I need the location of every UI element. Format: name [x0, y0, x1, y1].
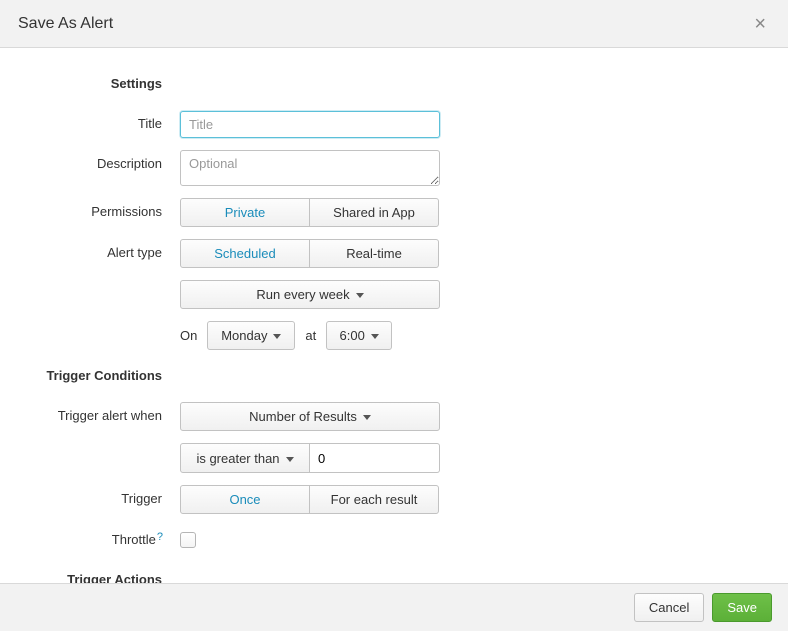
schedule-label: Run every week — [256, 287, 349, 302]
chevron-down-icon — [363, 415, 371, 420]
day-value: Monday — [221, 328, 267, 343]
trigger-when-label: Trigger alert when — [30, 402, 180, 423]
title-label: Title — [30, 110, 180, 131]
throttle-label-wrap: Throttle? — [30, 526, 180, 547]
close-icon: × — [754, 13, 766, 35]
alert-type-realtime[interactable]: Real-time — [309, 239, 439, 268]
condition-type-value: Number of Results — [249, 409, 357, 424]
modal-body: Settings Title Description Permissions P… — [0, 48, 788, 583]
threshold-input[interactable] — [310, 443, 440, 473]
time-dropdown[interactable]: 6:00 — [326, 321, 392, 350]
modal-header: Save As Alert × — [0, 0, 788, 48]
settings-heading: Settings — [30, 70, 180, 91]
comparator-dropdown[interactable]: is greater than — [180, 443, 310, 473]
permissions-private[interactable]: Private — [180, 198, 310, 227]
permissions-toggle: Private Shared in App — [180, 198, 439, 227]
modal-footer: Cancel Save — [0, 583, 788, 631]
chevron-down-icon — [356, 293, 364, 298]
day-dropdown[interactable]: Monday — [207, 321, 295, 350]
condition-type-dropdown[interactable]: Number of Results — [180, 402, 440, 431]
throttle-label: Throttle — [112, 532, 156, 547]
alert-type-scheduled[interactable]: Scheduled — [180, 239, 310, 268]
description-textarea[interactable] — [180, 150, 440, 186]
modal-title: Save As Alert — [18, 15, 113, 33]
cancel-button[interactable]: Cancel — [634, 593, 704, 622]
alert-type-toggle: Scheduled Real-time — [180, 239, 439, 268]
chevron-down-icon — [286, 457, 294, 462]
schedule-dropdown[interactable]: Run every week — [180, 280, 440, 309]
permissions-shared[interactable]: Shared in App — [309, 198, 439, 227]
throttle-checkbox[interactable] — [180, 532, 196, 548]
trigger-mode-label: Trigger — [30, 485, 180, 506]
trigger-conditions-heading: Trigger Conditions — [30, 362, 180, 383]
throttle-help-icon[interactable]: ? — [157, 531, 163, 543]
permissions-label: Permissions — [30, 198, 180, 219]
description-label: Description — [30, 150, 180, 171]
chevron-down-icon — [371, 334, 379, 339]
comparator-value: is greater than — [196, 451, 279, 466]
close-button[interactable]: × — [750, 10, 770, 38]
alert-type-label: Alert type — [30, 239, 180, 260]
save-as-alert-modal: Save As Alert × Settings Title Descripti… — [0, 0, 788, 631]
trigger-actions-heading: Trigger Actions — [30, 566, 180, 583]
chevron-down-icon — [273, 334, 281, 339]
save-button[interactable]: Save — [712, 593, 772, 622]
at-label: at — [295, 328, 326, 343]
trigger-once[interactable]: Once — [180, 485, 310, 514]
time-value: 6:00 — [340, 328, 365, 343]
on-label: On — [180, 328, 207, 343]
title-input[interactable] — [180, 111, 440, 138]
trigger-each[interactable]: For each result — [309, 485, 439, 514]
trigger-mode-toggle: Once For each result — [180, 485, 439, 514]
